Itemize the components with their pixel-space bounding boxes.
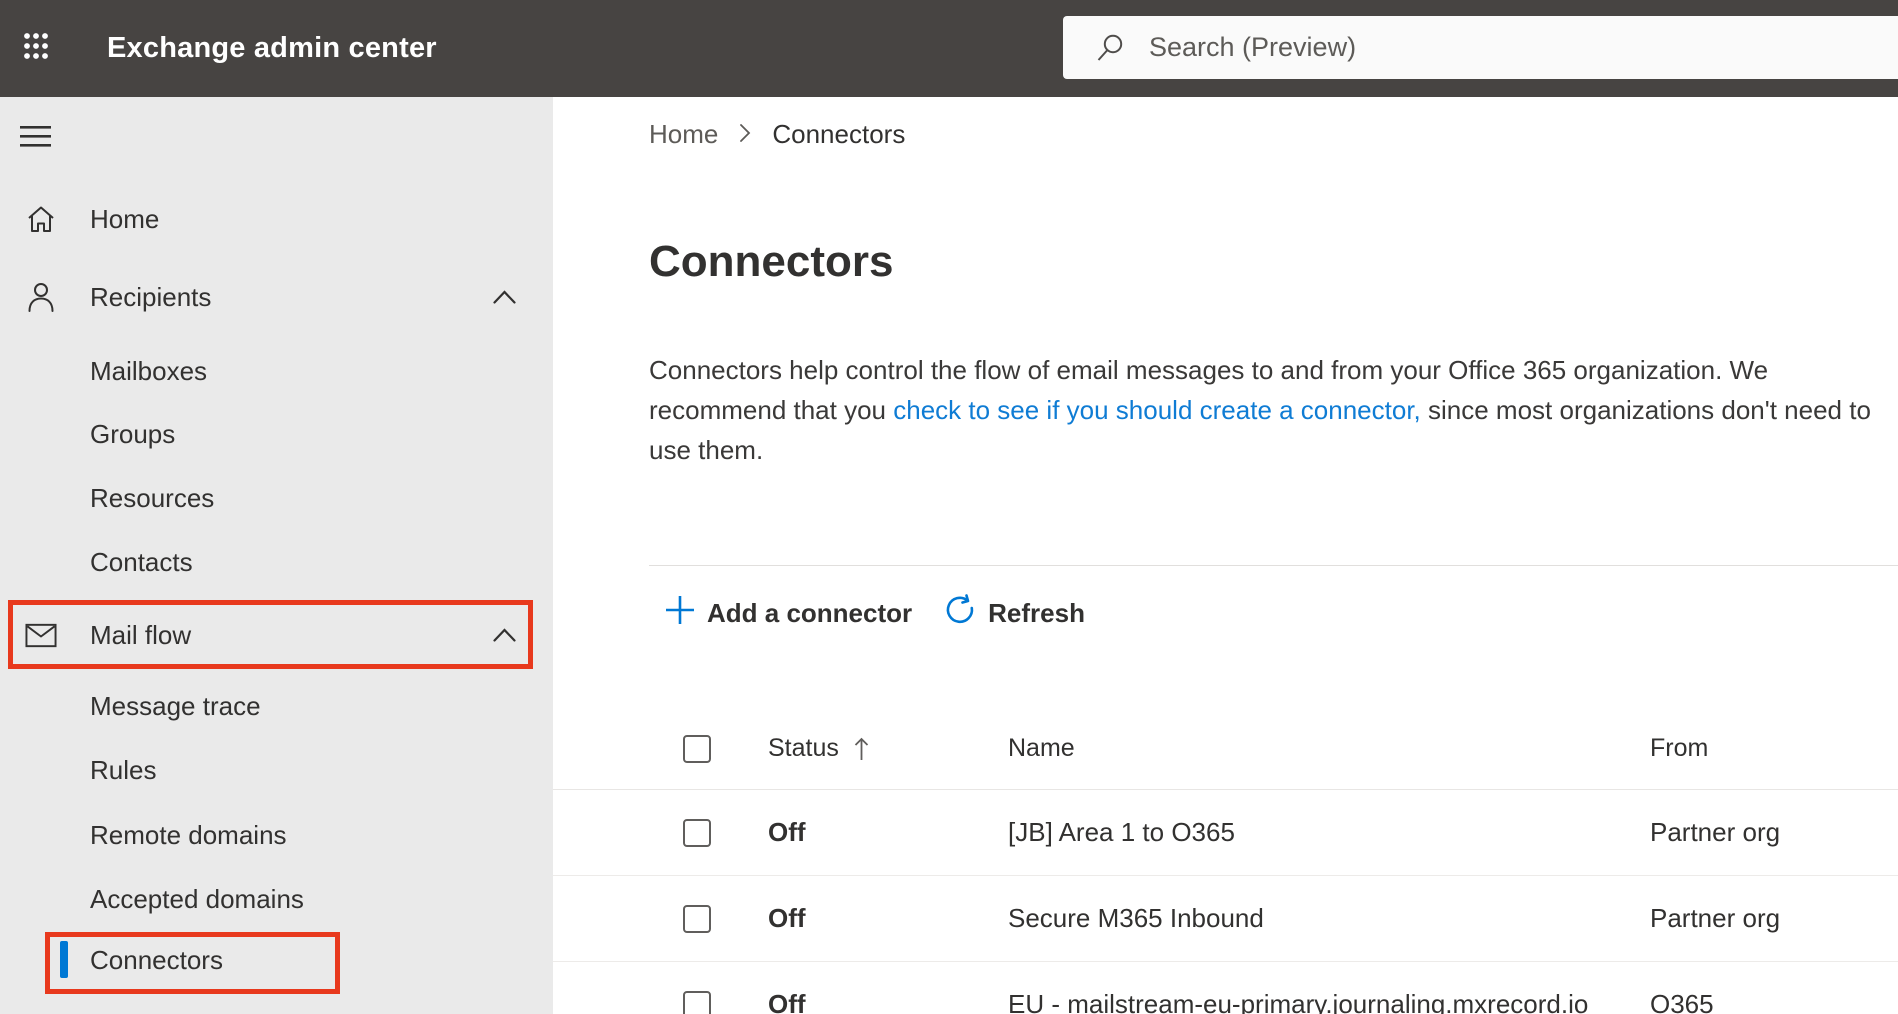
sidebar-item-accepted-domains[interactable]: Accepted domains	[0, 867, 553, 931]
status-cell: Off	[768, 903, 806, 933]
sidebar-item-label: Mailboxes	[90, 355, 208, 386]
sidebar-nav: Home Recipients Mailboxes Groups Resourc…	[0, 97, 553, 1014]
create-connector-check-link[interactable]: check to see if you should create a conn…	[893, 395, 1421, 425]
plus-icon	[665, 595, 695, 632]
column-header-name[interactable]: Name	[1008, 708, 1075, 789]
search-placeholder: Search (Preview)	[1149, 32, 1357, 62]
home-icon	[25, 203, 57, 235]
sidebar-item-rules[interactable]: Rules	[0, 738, 553, 802]
main-content: Home Connectors Connectors Connectors he…	[553, 97, 1898, 1014]
refresh-button[interactable]: Refresh	[944, 593, 1085, 633]
breadcrumb-current: Connectors	[772, 118, 906, 149]
status-cell: Off	[768, 989, 806, 1014]
sidebar-item-mailboxes[interactable]: Mailboxes	[0, 339, 553, 403]
page-description: Connectors help control the flow of emai…	[649, 350, 1897, 470]
from-cell: Partner org	[1650, 817, 1781, 847]
sidebar-item-label: Connectors	[90, 944, 223, 975]
sort-ascending-icon	[853, 736, 870, 762]
table-row[interactable]: Off EU - mailstream-eu-primary.journalin…	[553, 962, 1898, 1014]
exchange-admin-center-window: Exchange admin center Search (Preview) H…	[0, 0, 1898, 1014]
sidebar-item-home[interactable]: Home	[0, 187, 553, 251]
chevron-up-icon[interactable]	[492, 623, 516, 647]
select-all-checkbox[interactable]	[683, 734, 711, 763]
name-cell: EU - mailstream-eu-primary.journaling.mx…	[1008, 989, 1589, 1014]
hamburger-menu-button[interactable]	[20, 123, 56, 153]
breadcrumb-home-link[interactable]: Home	[649, 119, 718, 150]
sidebar-item-label: Recipients	[90, 281, 212, 312]
sidebar-item-message-trace[interactable]: Message trace	[0, 674, 553, 738]
status-cell: Off	[768, 817, 806, 847]
row-checkbox[interactable]	[683, 818, 711, 847]
table-row[interactable]: Off [JB] Area 1 to O365 Partner org	[553, 790, 1898, 876]
column-header-from[interactable]: From	[1650, 708, 1708, 789]
page-title: Connectors	[649, 237, 894, 286]
envelope-icon	[25, 619, 57, 651]
toolbar-divider	[649, 565, 1898, 566]
sidebar-item-contacts[interactable]: Contacts	[0, 530, 553, 594]
row-checkbox[interactable]	[683, 990, 711, 1014]
command-bar: Add a connector Refresh	[665, 588, 1085, 638]
sidebar-item-remote-domains[interactable]: Remote domains	[0, 803, 553, 867]
row-checkbox[interactable]	[683, 904, 711, 933]
name-cell: [JB] Area 1 to O365	[1008, 817, 1235, 847]
app-title: Exchange admin center	[107, 32, 437, 64]
breadcrumb-chevron-icon	[739, 119, 751, 150]
add-connector-button[interactable]: Add a connector	[665, 595, 912, 632]
table-row[interactable]: Off Secure M365 Inbound Partner org	[553, 876, 1898, 962]
column-header-status[interactable]: Status	[768, 708, 870, 789]
add-connector-label: Add a connector	[707, 597, 913, 628]
sidebar-item-connectors[interactable]: Connectors	[0, 928, 553, 992]
sidebar-item-label: Contacts	[90, 546, 193, 577]
sidebar-item-label: Rules	[90, 754, 157, 785]
app-launcher-button[interactable]	[12, 24, 60, 72]
person-icon	[25, 281, 57, 313]
sidebar-item-label: Accepted domains	[90, 883, 304, 914]
chevron-up-icon[interactable]	[492, 285, 516, 309]
sidebar-item-groups[interactable]: Groups	[0, 402, 553, 466]
sidebar-item-label: Resources	[90, 482, 215, 513]
top-bar: Exchange admin center Search (Preview)	[0, 0, 1898, 97]
sidebar-item-label: Mail flow	[90, 619, 192, 650]
sidebar-item-recipients[interactable]: Recipients	[0, 265, 553, 329]
selected-indicator-bar	[60, 941, 68, 978]
refresh-label: Refresh	[988, 597, 1085, 628]
from-cell: O365	[1650, 989, 1714, 1014]
waffle-icon	[23, 31, 49, 65]
hamburger-icon	[20, 125, 52, 152]
sidebar-item-resources[interactable]: Resources	[0, 466, 553, 530]
sidebar-item-mail-flow[interactable]: Mail flow	[0, 603, 553, 667]
sidebar-item-label: Message trace	[90, 690, 261, 721]
search-input[interactable]: Search (Preview)	[1063, 16, 1898, 79]
connectors-table: Status Name From Off [JB] Area 1 to O365…	[553, 708, 1898, 1014]
sidebar-item-label: Remote domains	[90, 819, 287, 850]
sidebar-item-label: Home	[90, 203, 160, 234]
table-header-row: Status Name From	[553, 708, 1898, 790]
breadcrumb: Home Connectors	[649, 118, 905, 150]
refresh-icon	[944, 593, 976, 633]
from-cell: Partner org	[1650, 903, 1781, 933]
name-cell: Secure M365 Inbound	[1008, 903, 1264, 933]
sidebar-item-label: Groups	[90, 418, 176, 449]
search-icon	[1095, 33, 1125, 63]
